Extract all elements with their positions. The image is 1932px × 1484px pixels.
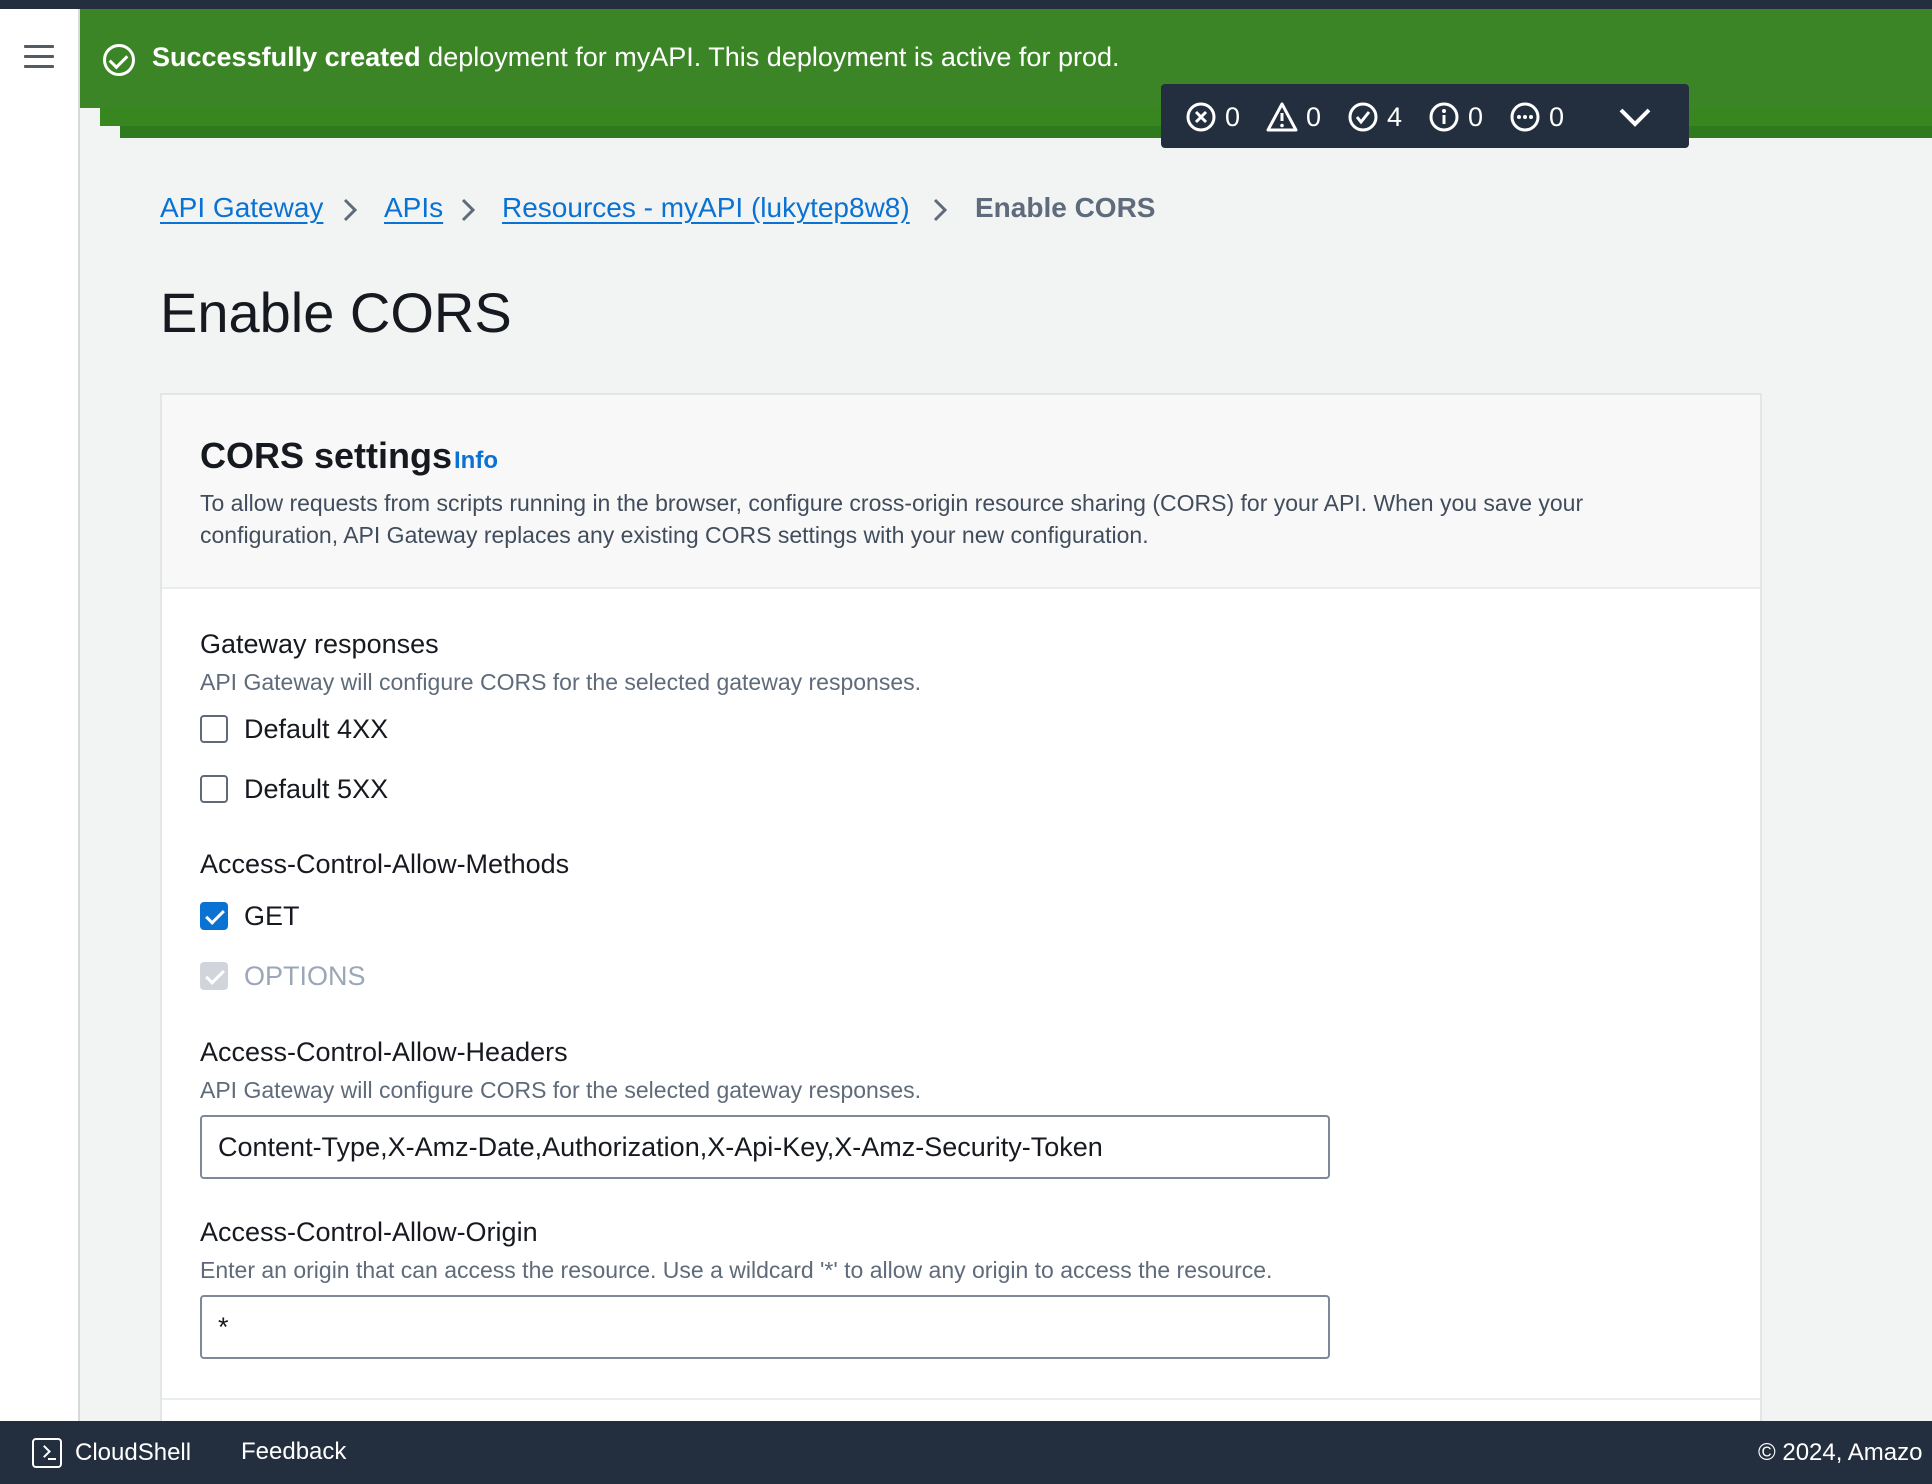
flash-message-text: deployment for myAPI. This deployment is…	[428, 42, 1120, 72]
gateway-responses-description: API Gateway will configure CORS for the …	[200, 669, 922, 695]
side-navigation	[0, 9, 80, 1421]
in-progress-icon	[1510, 102, 1540, 132]
chevron-down-icon[interactable]	[1615, 100, 1655, 132]
allow-headers-description: API Gateway will configure CORS for the …	[200, 1077, 922, 1103]
checkbox-box-disabled	[200, 962, 228, 990]
allow-methods-label: Access-Control-Allow-Methods	[200, 849, 570, 879]
checkbox-label: GET	[244, 900, 300, 931]
checkbox-default-4xx[interactable]: Default 4XX	[200, 713, 388, 745]
checkbox-default-5xx[interactable]: Default 5XX	[200, 773, 388, 805]
checkbox-box-checked[interactable]	[200, 902, 228, 930]
error-icon	[1186, 102, 1216, 132]
checkbox-box[interactable]	[200, 775, 228, 803]
warning-icon	[1266, 102, 1298, 132]
feedback-link[interactable]: Feedback	[241, 1438, 346, 1466]
chevron-right-icon	[933, 198, 948, 222]
info-icon	[1429, 102, 1459, 132]
allow-origin-input[interactable]: *	[200, 1295, 1330, 1359]
success-counter[interactable]: 4	[1347, 102, 1402, 132]
panel-description: To allow requests from scripts running i…	[200, 490, 1584, 548]
in-progress-count: 0	[1549, 101, 1565, 132]
section-divider	[162, 1398, 1760, 1400]
allow-origin-label: Access-Control-Allow-Origin	[200, 1217, 538, 1247]
copyright-text: © 2024, Amazo	[1758, 1439, 1923, 1466]
page-title: Enable CORS	[160, 281, 512, 344]
checkbox-get[interactable]: GET	[200, 900, 300, 932]
panel-title: CORS settings	[200, 435, 453, 476]
success-count: 4	[1387, 101, 1403, 132]
warning-count: 0	[1306, 101, 1322, 132]
in-progress-counter[interactable]: 0	[1509, 102, 1564, 132]
flash-message: Successfully created deployment for myAP…	[152, 42, 1119, 73]
footer: CloudShell Feedback © 2024, Amazo	[0, 1421, 1932, 1484]
error-count: 0	[1225, 101, 1241, 132]
checkbox-label: Default 4XX	[244, 713, 389, 744]
cloudshell-icon[interactable]	[32, 1438, 62, 1468]
breadcrumb-current: Enable CORS	[975, 192, 1156, 223]
checkbox-label: Default 5XX	[244, 773, 389, 804]
cors-settings-panel: CORS settings Info To allow requests fro…	[160, 393, 1762, 1433]
error-counter[interactable]: 0	[1185, 102, 1240, 132]
checkbox-options: OPTIONS	[200, 960, 366, 992]
gateway-responses-label: Gateway responses	[200, 629, 439, 659]
flash-message-bold: Successfully created	[152, 42, 421, 72]
breadcrumb-api-gateway[interactable]: API Gateway	[160, 192, 323, 224]
info-count: 0	[1468, 101, 1484, 132]
success-check-icon	[103, 44, 135, 76]
chevron-right-icon	[461, 198, 476, 222]
checkbox-box[interactable]	[200, 715, 228, 743]
checkbox-label: OPTIONS	[244, 960, 366, 991]
chevron-right-icon	[343, 198, 358, 222]
breadcrumb-resources[interactable]: Resources - myAPI (lukytep8w8)	[502, 192, 910, 224]
notification-counter-bar: 0 0 4 0 0	[1161, 84, 1689, 148]
panel-header: CORS settings Info To allow requests fro…	[162, 395, 1760, 589]
info-counter[interactable]: 0	[1428, 102, 1483, 132]
menu-icon[interactable]	[24, 45, 54, 73]
breadcrumb-apis[interactable]: APIs	[384, 192, 443, 224]
cloudshell-button[interactable]: CloudShell	[75, 1439, 191, 1467]
allow-origin-description: Enter an origin that can access the reso…	[200, 1257, 1273, 1283]
allow-headers-input[interactable]: Content-Type,X-Amz-Date,Authorization,X-…	[200, 1115, 1330, 1179]
warning-counter[interactable]: 0	[1266, 102, 1321, 132]
success-icon	[1348, 102, 1378, 132]
top-navigation-bar	[0, 0, 1932, 9]
info-link[interactable]: Info	[454, 447, 498, 475]
allow-headers-label: Access-Control-Allow-Headers	[200, 1037, 568, 1067]
